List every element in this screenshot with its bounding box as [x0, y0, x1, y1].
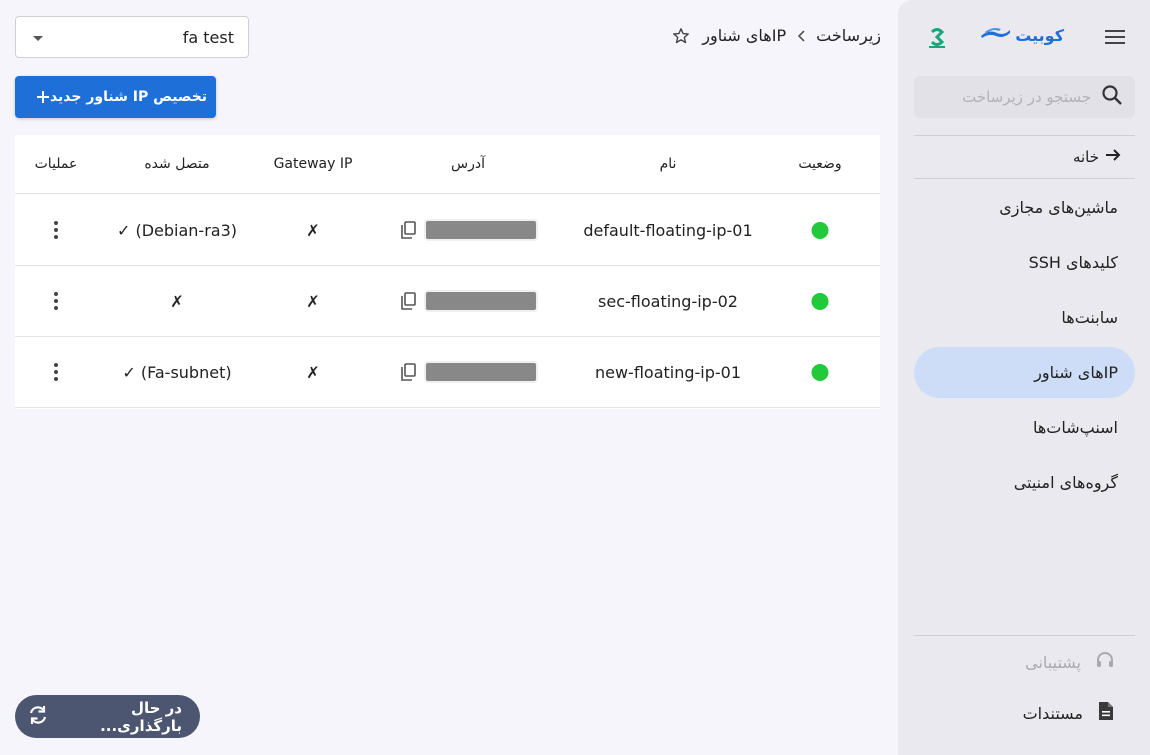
more-vert-icon[interactable]	[53, 291, 59, 311]
gateway-cell: ✗	[306, 291, 320, 311]
table-row[interactable]: default-floating-ip-01 redacted ✗ ✓ (Deb…	[15, 195, 880, 266]
plus-icon	[36, 90, 50, 104]
search-icon	[1101, 84, 1123, 110]
sidebar-item-subnets[interactable]: سابنت‌ها	[914, 292, 1135, 343]
refresh-icon	[27, 704, 49, 730]
more-vert-icon[interactable]	[53, 362, 59, 382]
arrow-right-icon	[1105, 147, 1121, 167]
column-header-address: آدرس	[451, 156, 485, 172]
more-vert-icon[interactable]	[53, 220, 59, 240]
address-cell: redacted	[400, 337, 536, 407]
brand[interactable]: کوبیت	[979, 25, 1064, 45]
sidebar-item-security-groups[interactable]: گروه‌های امنیتی	[914, 457, 1135, 508]
name-cell: default-floating-ip-01	[583, 220, 753, 240]
breadcrumb: زیرساخت IPهای شناور	[672, 26, 881, 45]
allocate-button-label: تخصیص IP شناور جدید	[49, 89, 208, 105]
connected-cell: ✓ (Debian-ra3)	[116, 220, 238, 240]
column-header-name: نام	[659, 156, 677, 172]
ops-cell	[53, 266, 59, 336]
support-link[interactable]: پشتیبانی	[914, 642, 1135, 682]
table-header: وضعیت نام آدرس Gateway IP متصل شده عملیا…	[15, 135, 880, 194]
project-select[interactable]: fa test	[15, 16, 249, 58]
address-value: redacted	[426, 363, 536, 381]
divider	[914, 135, 1135, 136]
status-cell	[811, 337, 829, 407]
sidebar-item-snapshots[interactable]: اسنپ‌شات‌ها	[914, 402, 1135, 453]
sidebar: کوبیت خانه ماشین‌های مجازی کلیدهای SSH س…	[898, 0, 1150, 755]
breadcrumb-item-floating-ips: IPهای شناور	[702, 26, 787, 45]
column-header-status: وضعیت	[798, 156, 842, 172]
address-value: redacted	[426, 221, 536, 239]
name-cell: sec-floating-ip-02	[598, 291, 738, 311]
docs-label: مستندات	[1022, 703, 1083, 723]
status-cell	[811, 195, 829, 265]
caret-down-icon	[32, 28, 44, 47]
status-dot	[811, 221, 829, 239]
ops-cell	[53, 195, 59, 265]
sidebar-item-ssh-keys[interactable]: کلیدهای SSH	[914, 237, 1135, 288]
address-cell: redacted	[400, 195, 536, 265]
ops-cell	[53, 337, 59, 407]
document-icon	[1097, 701, 1115, 725]
connected-cell: ✓ (Fa-subnet)	[122, 362, 232, 382]
copy-icon[interactable]	[400, 363, 416, 381]
search-box[interactable]	[914, 76, 1135, 118]
support-label: پشتیبانی	[1025, 652, 1081, 672]
brand-name: کوبیت	[1015, 25, 1064, 45]
brand-wave-icon	[979, 25, 1011, 45]
column-header-gateway: Gateway IP	[273, 156, 353, 172]
docs-link[interactable]: مستندات	[914, 693, 1135, 733]
chevron-left-icon	[796, 29, 806, 43]
divider	[914, 178, 1135, 179]
connected-cell: ✗	[170, 291, 184, 311]
floating-ip-table: وضعیت نام آدرس Gateway IP متصل شده عملیا…	[15, 135, 880, 409]
sidebar-nav: ماشین‌های مجازی کلیدهای SSH سابنت‌ها IPه…	[914, 182, 1135, 512]
star-icon[interactable]	[672, 27, 690, 45]
hamburger-menu-icon[interactable]	[1104, 26, 1126, 48]
loading-indicator: در حال بارگذاری...	[15, 695, 200, 738]
column-header-ops: عملیات	[34, 156, 78, 172]
address-value: redacted	[426, 292, 536, 310]
copy-icon[interactable]	[400, 292, 416, 310]
sidebar-item-vms[interactable]: ماشین‌های مجازی	[914, 182, 1135, 233]
home-label: خانه	[1072, 148, 1099, 166]
sidebar-header: کوبیت	[898, 0, 1150, 75]
sidebar-item-floating-ips[interactable]: IPهای شناور	[914, 347, 1135, 398]
name-cell: new-floating-ip-01	[594, 362, 742, 382]
copy-icon[interactable]	[400, 221, 416, 239]
headset-icon	[1095, 650, 1115, 674]
status-dot	[811, 363, 829, 381]
home-link[interactable]: خانه	[914, 137, 1135, 177]
allocate-floating-ip-button[interactable]: تخصیص IP شناور جدید	[15, 76, 216, 118]
divider	[914, 635, 1135, 636]
loading-label: در حال بارگذاری...	[100, 698, 182, 735]
table-row[interactable]: sec-floating-ip-02 redacted ✗ ✗	[15, 266, 880, 337]
status-dot	[811, 292, 829, 310]
breadcrumb-item-infrastructure[interactable]: زیرساخت	[816, 26, 881, 45]
table-row[interactable]: new-floating-ip-01 redacted ✗ ✓ (Fa-subn…	[15, 337, 880, 408]
search-input[interactable]	[931, 88, 1091, 106]
partner-logo-icon	[924, 24, 950, 54]
gateway-cell: ✗	[306, 220, 320, 240]
column-header-connected: متصل شده	[144, 156, 210, 172]
gateway-cell: ✗	[306, 362, 320, 382]
project-select-value: fa test	[182, 27, 234, 47]
address-cell: redacted	[400, 266, 536, 336]
status-cell	[811, 266, 829, 336]
